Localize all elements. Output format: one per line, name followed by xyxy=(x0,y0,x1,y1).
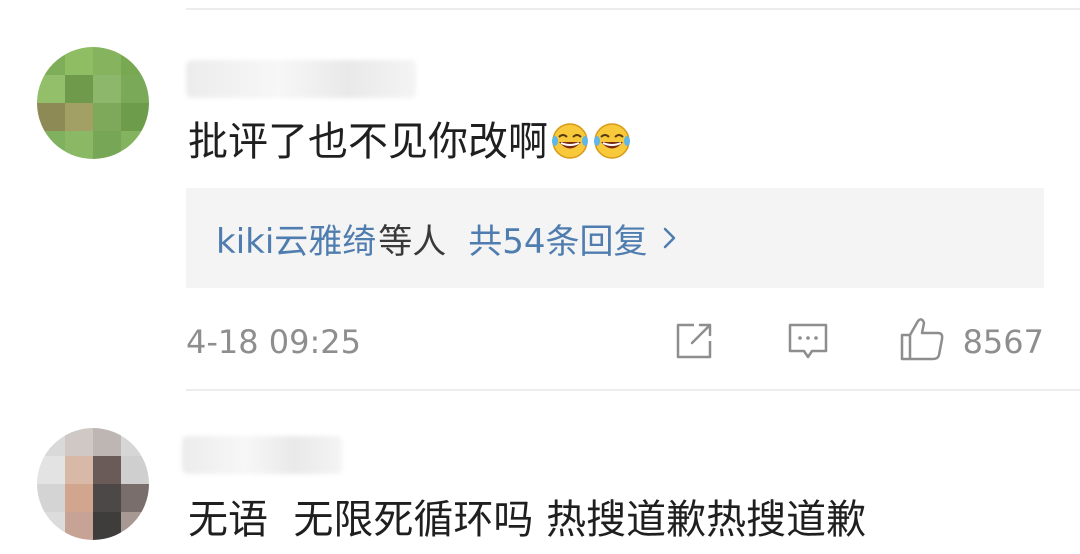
comment-divider xyxy=(186,389,1080,391)
share-icon[interactable] xyxy=(672,319,716,363)
avatar-mosaic xyxy=(37,47,149,159)
username-blurred[interactable] xyxy=(186,60,416,98)
avatar[interactable] xyxy=(37,47,149,159)
comment-text: 无语 无限死循环吗 热搜道歉热搜道歉 xyxy=(188,496,866,544)
username-blurred[interactable] xyxy=(182,436,342,474)
reply-preview[interactable]: kiki云雅绮 等人 共54条回复 xyxy=(186,188,1044,288)
like-thumbs-up-icon[interactable] xyxy=(898,315,946,363)
comment-body: 无语 无限死循环吗 热搜道歉热搜道歉 xyxy=(188,497,867,543)
comment-body: 批评了也不见你改啊 xyxy=(188,119,548,165)
laughing-tears-icon xyxy=(594,123,630,159)
laughing-tears-icon xyxy=(552,123,588,159)
like-count: 8567 xyxy=(962,323,1044,361)
top-divider xyxy=(186,8,1080,10)
reply-names-link[interactable]: kiki云雅绮 xyxy=(216,214,376,263)
timestamp: 4-18 09:25 xyxy=(186,323,362,361)
reply-count-link[interactable]: 共54条回复 xyxy=(468,214,647,263)
avatar[interactable] xyxy=(37,428,149,540)
reply-suffix: 等人 xyxy=(378,221,447,262)
comment-actions: 4-18 09:25 8567 xyxy=(186,315,1044,371)
reply-icon[interactable] xyxy=(786,319,830,363)
chevron-right-icon xyxy=(663,227,675,249)
comment-text: 批评了也不见你改啊 xyxy=(188,118,632,166)
avatar-mosaic xyxy=(37,428,149,540)
